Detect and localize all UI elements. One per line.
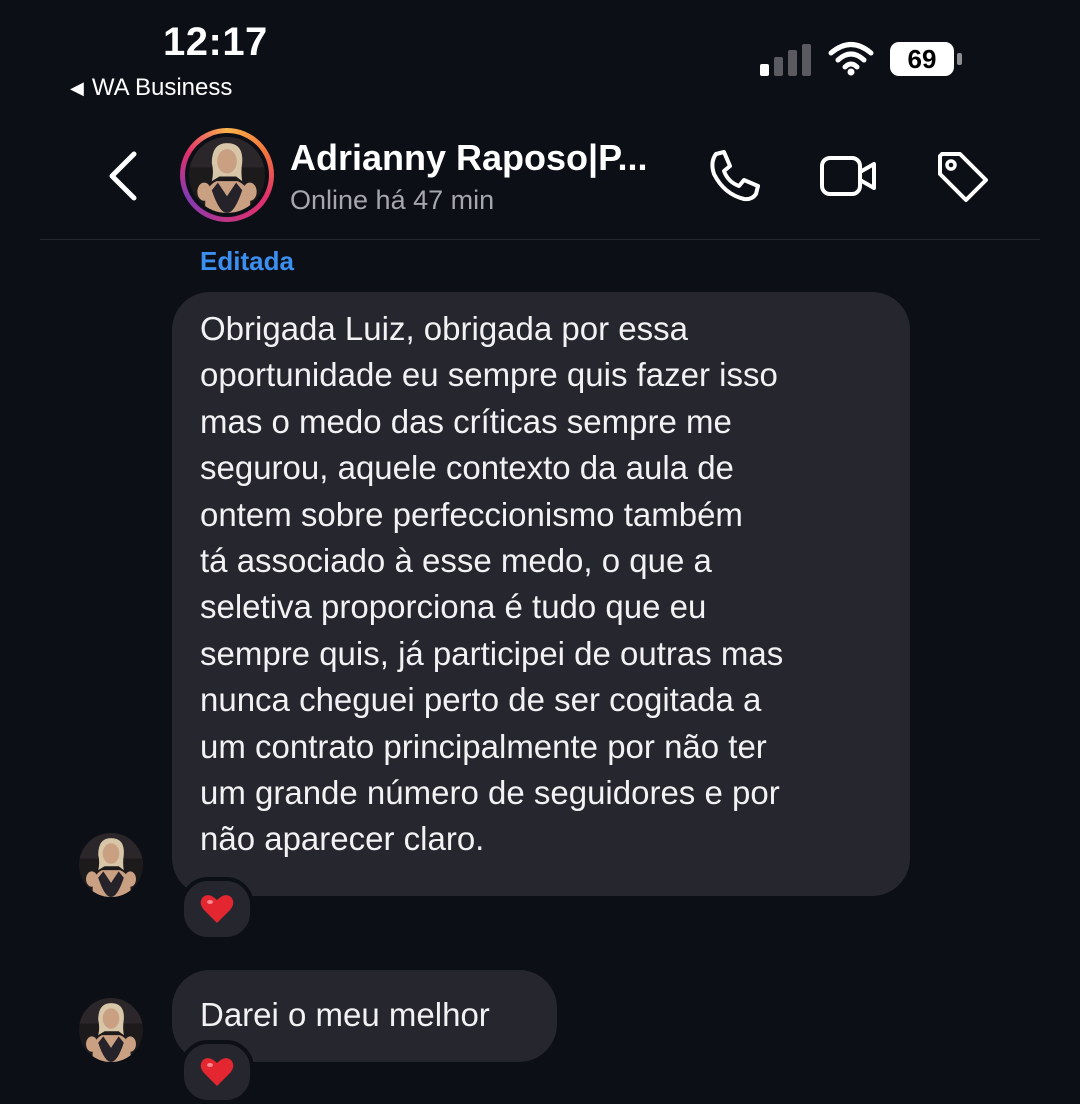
sender-avatar[interactable]	[79, 833, 143, 897]
message-line: sempre quis, já participei de outras mas	[200, 634, 784, 672]
sender-avatar-image	[79, 833, 143, 897]
sender-avatar-image	[79, 998, 143, 1062]
back-triangle-icon: ◀	[70, 77, 84, 98]
reaction-badge[interactable]	[180, 1040, 254, 1104]
message-line: nunca cheguei perto de ser cogitada a	[200, 681, 762, 719]
battery-cap	[957, 53, 962, 65]
battery-level: 69	[890, 42, 954, 76]
back-app-label: WA Business	[91, 74, 233, 101]
contact-avatar[interactable]	[180, 128, 274, 222]
status-bar-time: 12:17	[163, 20, 268, 64]
message-line: segurou, aquele contexto da aula de	[200, 449, 734, 487]
contact-status: Online há 47 min	[290, 185, 495, 215]
message-bubble[interactable]: Obrigada Luiz, obrigada por essa oportun…	[172, 292, 910, 896]
back-to-app-link[interactable]: ◀ WA Business	[70, 74, 232, 102]
edited-label: Editada	[200, 246, 294, 276]
contact-name[interactable]: Adrianny Raposo|P...	[290, 137, 648, 179]
message-line: um contrato principalmente por não ter	[200, 727, 767, 765]
message-line: um grande número de seguidores e por	[200, 774, 780, 812]
message-line: oportunidade eu sempre quis fazer isso	[200, 356, 778, 394]
message-line: seletiva proporciona é tudo que eu	[200, 588, 707, 626]
heart-icon	[200, 895, 234, 923]
message-line: Obrigada Luiz, obrigada por essa	[200, 310, 688, 347]
message-line: ontem sobre perfeccionismo também	[200, 495, 743, 533]
contact-avatar-image	[189, 137, 265, 213]
tag-icon[interactable]	[930, 144, 994, 208]
message-line: não aparecer claro.	[200, 820, 485, 858]
chevron-left-icon[interactable]	[104, 150, 144, 202]
header-divider	[40, 239, 1040, 240]
phone-icon[interactable]	[702, 144, 766, 208]
wifi-icon	[828, 42, 874, 76]
message-text: Darei o meu melhor	[200, 996, 490, 1033]
sender-avatar[interactable]	[79, 998, 143, 1062]
message-line: mas o medo das críticas sempre me	[200, 402, 732, 440]
reaction-badge[interactable]	[180, 877, 254, 941]
cellular-signal-icon	[760, 44, 811, 76]
battery-indicator: 69	[890, 42, 964, 78]
message-line: tá associado à esse medo, o que a	[200, 542, 712, 580]
video-camera-icon[interactable]	[816, 144, 880, 208]
heart-icon	[200, 1058, 234, 1086]
